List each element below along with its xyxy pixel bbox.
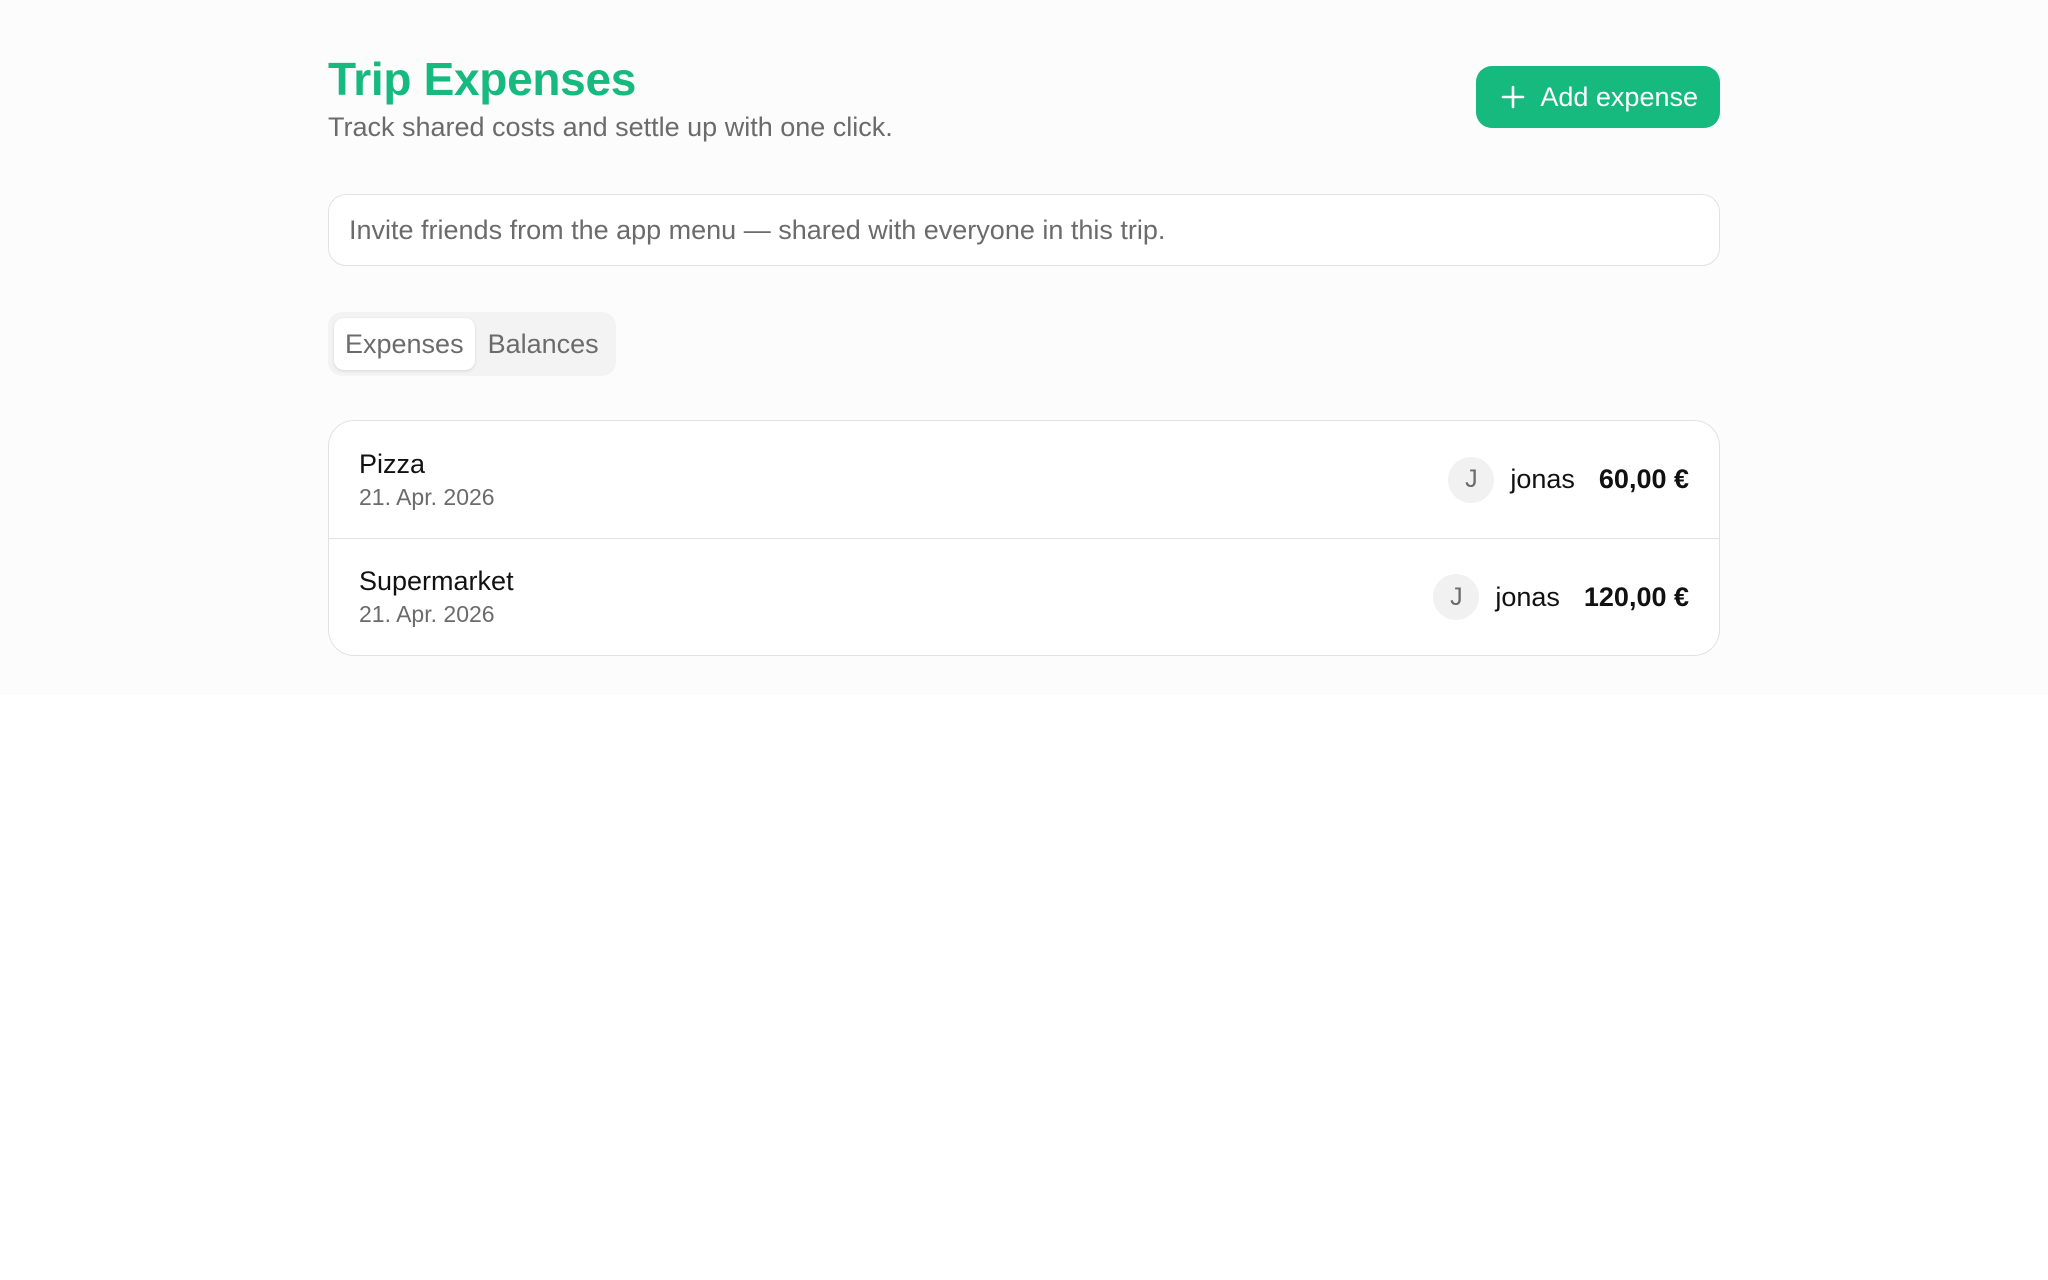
page-header: Trip Expenses Track shared costs and set…	[328, 48, 1720, 148]
plus-icon	[1500, 84, 1526, 110]
info-banner-text: Invite friends from the app menu — share…	[349, 214, 1166, 245]
expense-date: 21. Apr. 2026	[359, 483, 495, 510]
expense-title: Supermarket	[359, 566, 514, 596]
expense-title: Pizza	[359, 448, 426, 479]
avatar: J	[1433, 574, 1480, 620]
expense-info: Pizza 21. Apr. 2026	[359, 449, 495, 511]
expense-meta: J jonas 120,00 €	[1433, 574, 1689, 620]
app-root: Trip Expenses Track shared costs and set…	[0, 0, 2048, 695]
expense-amount: 120,00 €	[1583, 581, 1689, 612]
tab-expenses[interactable]: Expenses	[334, 318, 475, 370]
expense-amount: 60,00 €	[1598, 464, 1689, 494]
add-expense-label: Add expense	[1540, 81, 1698, 112]
avatar: J	[1448, 456, 1495, 503]
tab-expenses-label: Expenses	[345, 328, 464, 359]
expense-row[interactable]: Supermarket 21. Apr. 2026 J jonas 120,00…	[329, 538, 1719, 655]
expense-info: Supermarket 21. Apr. 2026	[359, 566, 514, 628]
add-expense-button[interactable]: Add expense	[1476, 66, 1720, 128]
expense-payer: jonas	[1495, 581, 1560, 612]
info-banner: Invite friends from the app menu — share…	[328, 194, 1720, 266]
tab-balances-label: Balances	[487, 328, 599, 359]
expense-row[interactable]: Pizza 21. Apr. 2026 J jonas 60,00 €	[329, 421, 1719, 538]
view-tabs: Expenses Balances	[328, 312, 616, 376]
tab-balances[interactable]: Balances	[477, 318, 610, 370]
expense-payer: jonas	[1510, 464, 1575, 494]
page-subtitle: Track shared costs and settle up with on…	[328, 112, 893, 142]
page-title: Trip Expenses	[328, 53, 637, 105]
expense-date: 21. Apr. 2026	[359, 601, 495, 627]
expense-list: Pizza 21. Apr. 2026 J jonas 60,00 € Supe…	[328, 420, 1720, 656]
expense-meta: J jonas 60,00 €	[1448, 456, 1689, 503]
